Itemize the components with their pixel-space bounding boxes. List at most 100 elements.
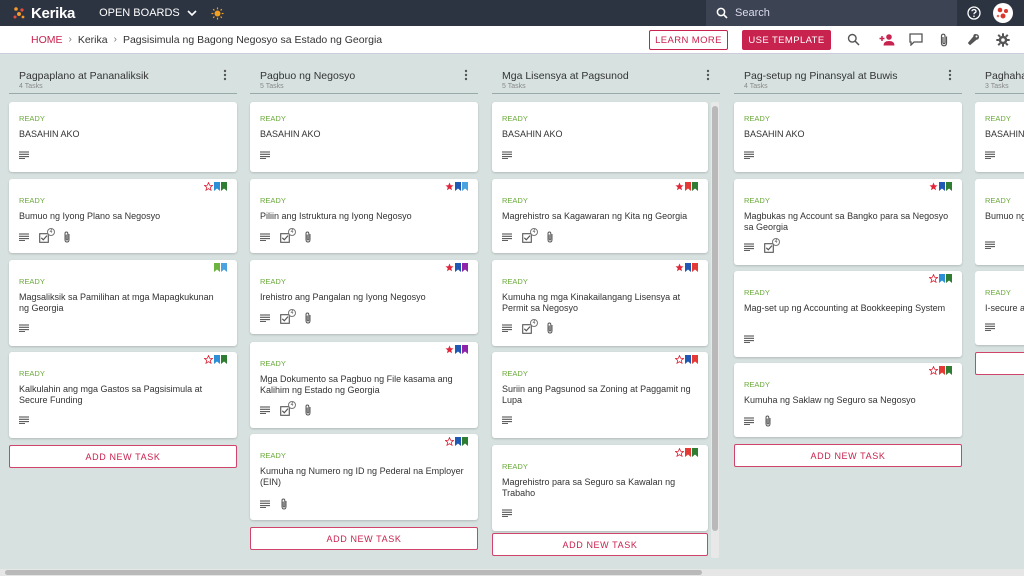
bookmark-icon xyxy=(455,437,461,446)
task-card[interactable]: READY I-secure a xyxy=(975,271,1024,345)
open-boards-menu[interactable]: OPEN BOARDS xyxy=(99,7,197,19)
task-card[interactable]: READY Magrehistro para sa Seguro sa Kawa… xyxy=(492,445,708,531)
attachment-icon xyxy=(304,312,312,324)
star-outline-icon[interactable] xyxy=(204,182,213,191)
star-filled-icon[interactable] xyxy=(445,263,454,272)
task-title: BASAHIN AKO xyxy=(260,129,321,139)
breadcrumb-home[interactable]: HOME xyxy=(31,34,63,46)
column-title[interactable]: Paghaha xyxy=(985,70,1024,82)
attachment-icon[interactable] xyxy=(939,33,949,47)
task-card[interactable]: READY Magrehistro sa Kagawaran ng Kita n… xyxy=(492,179,708,253)
task-status: READY xyxy=(19,114,45,123)
description-icon xyxy=(260,406,270,414)
column-title[interactable]: Pag-setup ng Pinansyal at Buwis xyxy=(744,70,898,82)
chat-icon[interactable] xyxy=(909,33,923,46)
star-outline-icon[interactable] xyxy=(929,366,938,375)
search-input[interactable] xyxy=(735,7,935,19)
task-status: READY xyxy=(260,114,286,123)
task-card[interactable]: READY Kumuha ng mga Kinakailangang Lisen… xyxy=(492,260,708,346)
task-card[interactable]: READY BASAHIN AKO xyxy=(734,102,962,172)
add-new-task-button[interactable] xyxy=(975,352,1024,375)
task-title: Kumuha ng Saklaw ng Seguro sa Negosyo xyxy=(744,395,916,405)
breadcrumb-chevron-icon: › xyxy=(113,34,117,45)
column-task-count: 5 Tasks xyxy=(502,83,526,90)
column-title[interactable]: Pagpaplano at Pananaliksik xyxy=(19,70,149,82)
star-outline-icon[interactable] xyxy=(675,355,684,364)
bookmark-icon xyxy=(692,182,698,191)
task-card[interactable]: READY Kumuha ng Numero ng ID ng Pederal … xyxy=(250,434,478,520)
learn-more-button[interactable]: LEARN MORE xyxy=(649,30,728,50)
description-icon xyxy=(260,233,270,241)
checklist-count: 4 xyxy=(288,309,296,317)
task-title: Piliin ang Istruktura ng Iyong Negosyo xyxy=(260,211,412,221)
task-card[interactable]: READY Mag-set up ng Accounting at Bookke… xyxy=(734,271,962,357)
bookmark-icon xyxy=(221,263,227,272)
task-card[interactable]: READY BASAHIN AKO xyxy=(250,102,478,172)
star-filled-icon[interactable] xyxy=(445,345,454,354)
description-icon xyxy=(260,151,270,159)
task-card[interactable]: READY Kalkulahin ang mga Gastos sa Pagsi… xyxy=(9,352,237,438)
org-logo[interactable] xyxy=(211,6,224,20)
star-outline-icon[interactable] xyxy=(929,274,938,283)
task-title: BASAHIN AKO xyxy=(502,129,563,139)
star-filled-icon[interactable] xyxy=(929,182,938,191)
column-scrollbar-thumb[interactable] xyxy=(712,106,718,531)
star-filled-icon[interactable] xyxy=(675,263,684,272)
column-scrollbar[interactable] xyxy=(711,102,719,558)
help-icon[interactable] xyxy=(967,6,981,20)
description-icon xyxy=(260,314,270,322)
bookmark-icon xyxy=(221,355,227,364)
more-vert-icon[interactable] xyxy=(948,69,952,81)
use-template-button[interactable]: USE TEMPLATE xyxy=(742,30,831,50)
task-card[interactable]: READY BASAHIN AKO xyxy=(9,102,237,172)
task-card[interactable]: READY Bumuo ng xyxy=(975,179,1024,265)
task-card[interactable]: READY Bumuo ng Iyong Plano sa Negosyo 4 xyxy=(9,179,237,253)
column-title[interactable]: Pagbuo ng Negosyo xyxy=(260,70,355,82)
task-flags xyxy=(445,182,468,191)
column-header: Mga Lisensya at Pagsunod 5 Tasks xyxy=(492,54,720,94)
checklist-count: 4 xyxy=(288,401,296,409)
bookmark-icon xyxy=(214,182,220,191)
add-new-task-button[interactable]: ADD NEW TASK xyxy=(492,533,708,556)
star-outline-icon[interactable] xyxy=(675,448,684,457)
more-vert-icon[interactable] xyxy=(223,69,227,81)
task-card[interactable]: READY Magbukas ng Account sa Bangko para… xyxy=(734,179,962,265)
description-icon xyxy=(502,416,512,424)
star-outline-icon[interactable] xyxy=(204,355,213,364)
task-card[interactable]: READY Kumuha ng Saklaw ng Seguro sa Nego… xyxy=(734,363,962,437)
checklist-count: 4 xyxy=(47,228,55,236)
task-card[interactable]: READY BASAHIN AKO xyxy=(492,102,708,172)
description-icon xyxy=(744,151,754,159)
star-filled-icon[interactable] xyxy=(675,182,684,191)
column-title[interactable]: Mga Lisensya at Pagsunod xyxy=(502,70,629,82)
star-filled-icon[interactable] xyxy=(445,182,454,191)
search-box[interactable] xyxy=(706,0,957,26)
add-new-task-button[interactable]: ADD NEW TASK xyxy=(734,444,962,467)
task-card[interactable]: READY Magsaliksik sa Pamilihan at mga Ma… xyxy=(9,260,237,346)
task-card[interactable]: READY BASAHIN xyxy=(975,102,1024,172)
board-search-icon[interactable] xyxy=(847,33,860,46)
more-vert-icon[interactable] xyxy=(706,69,710,81)
task-status: READY xyxy=(502,369,528,378)
wrench-icon[interactable] xyxy=(967,33,980,46)
add-new-task-button[interactable]: ADD NEW TASK xyxy=(250,527,478,550)
task-card[interactable]: READY Mga Dokumento sa Pagbuo ng File ka… xyxy=(250,342,478,428)
more-vert-icon[interactable] xyxy=(464,69,468,81)
task-title: Magbukas ng Account sa Bangko para sa Ne… xyxy=(744,211,949,232)
task-card[interactable]: READY Suriin ang Pagsunod sa Zoning at P… xyxy=(492,352,708,438)
description-icon xyxy=(19,151,29,159)
gear-icon[interactable] xyxy=(996,33,1010,47)
kerika-logo[interactable]: Kerika xyxy=(12,5,75,22)
board-scrollbar-thumb[interactable] xyxy=(5,570,702,575)
column-planning: Pagpaplano at Pananaliksik 4 Tasks READY… xyxy=(9,54,237,468)
board-scrollbar[interactable] xyxy=(0,569,1024,576)
task-status: READY xyxy=(502,277,528,286)
add-new-task-button[interactable]: ADD NEW TASK xyxy=(9,445,237,468)
breadcrumb-org[interactable]: Kerika xyxy=(78,34,108,46)
task-card[interactable]: READY Piliin ang Istruktura ng Iyong Neg… xyxy=(250,179,478,253)
user-avatar[interactable] xyxy=(993,3,1013,23)
task-card[interactable]: READY Irehistro ang Pangalan ng Iyong Ne… xyxy=(250,260,478,334)
star-outline-icon[interactable] xyxy=(445,437,454,446)
add-person-icon[interactable] xyxy=(879,33,895,46)
task-status: READY xyxy=(260,451,286,460)
